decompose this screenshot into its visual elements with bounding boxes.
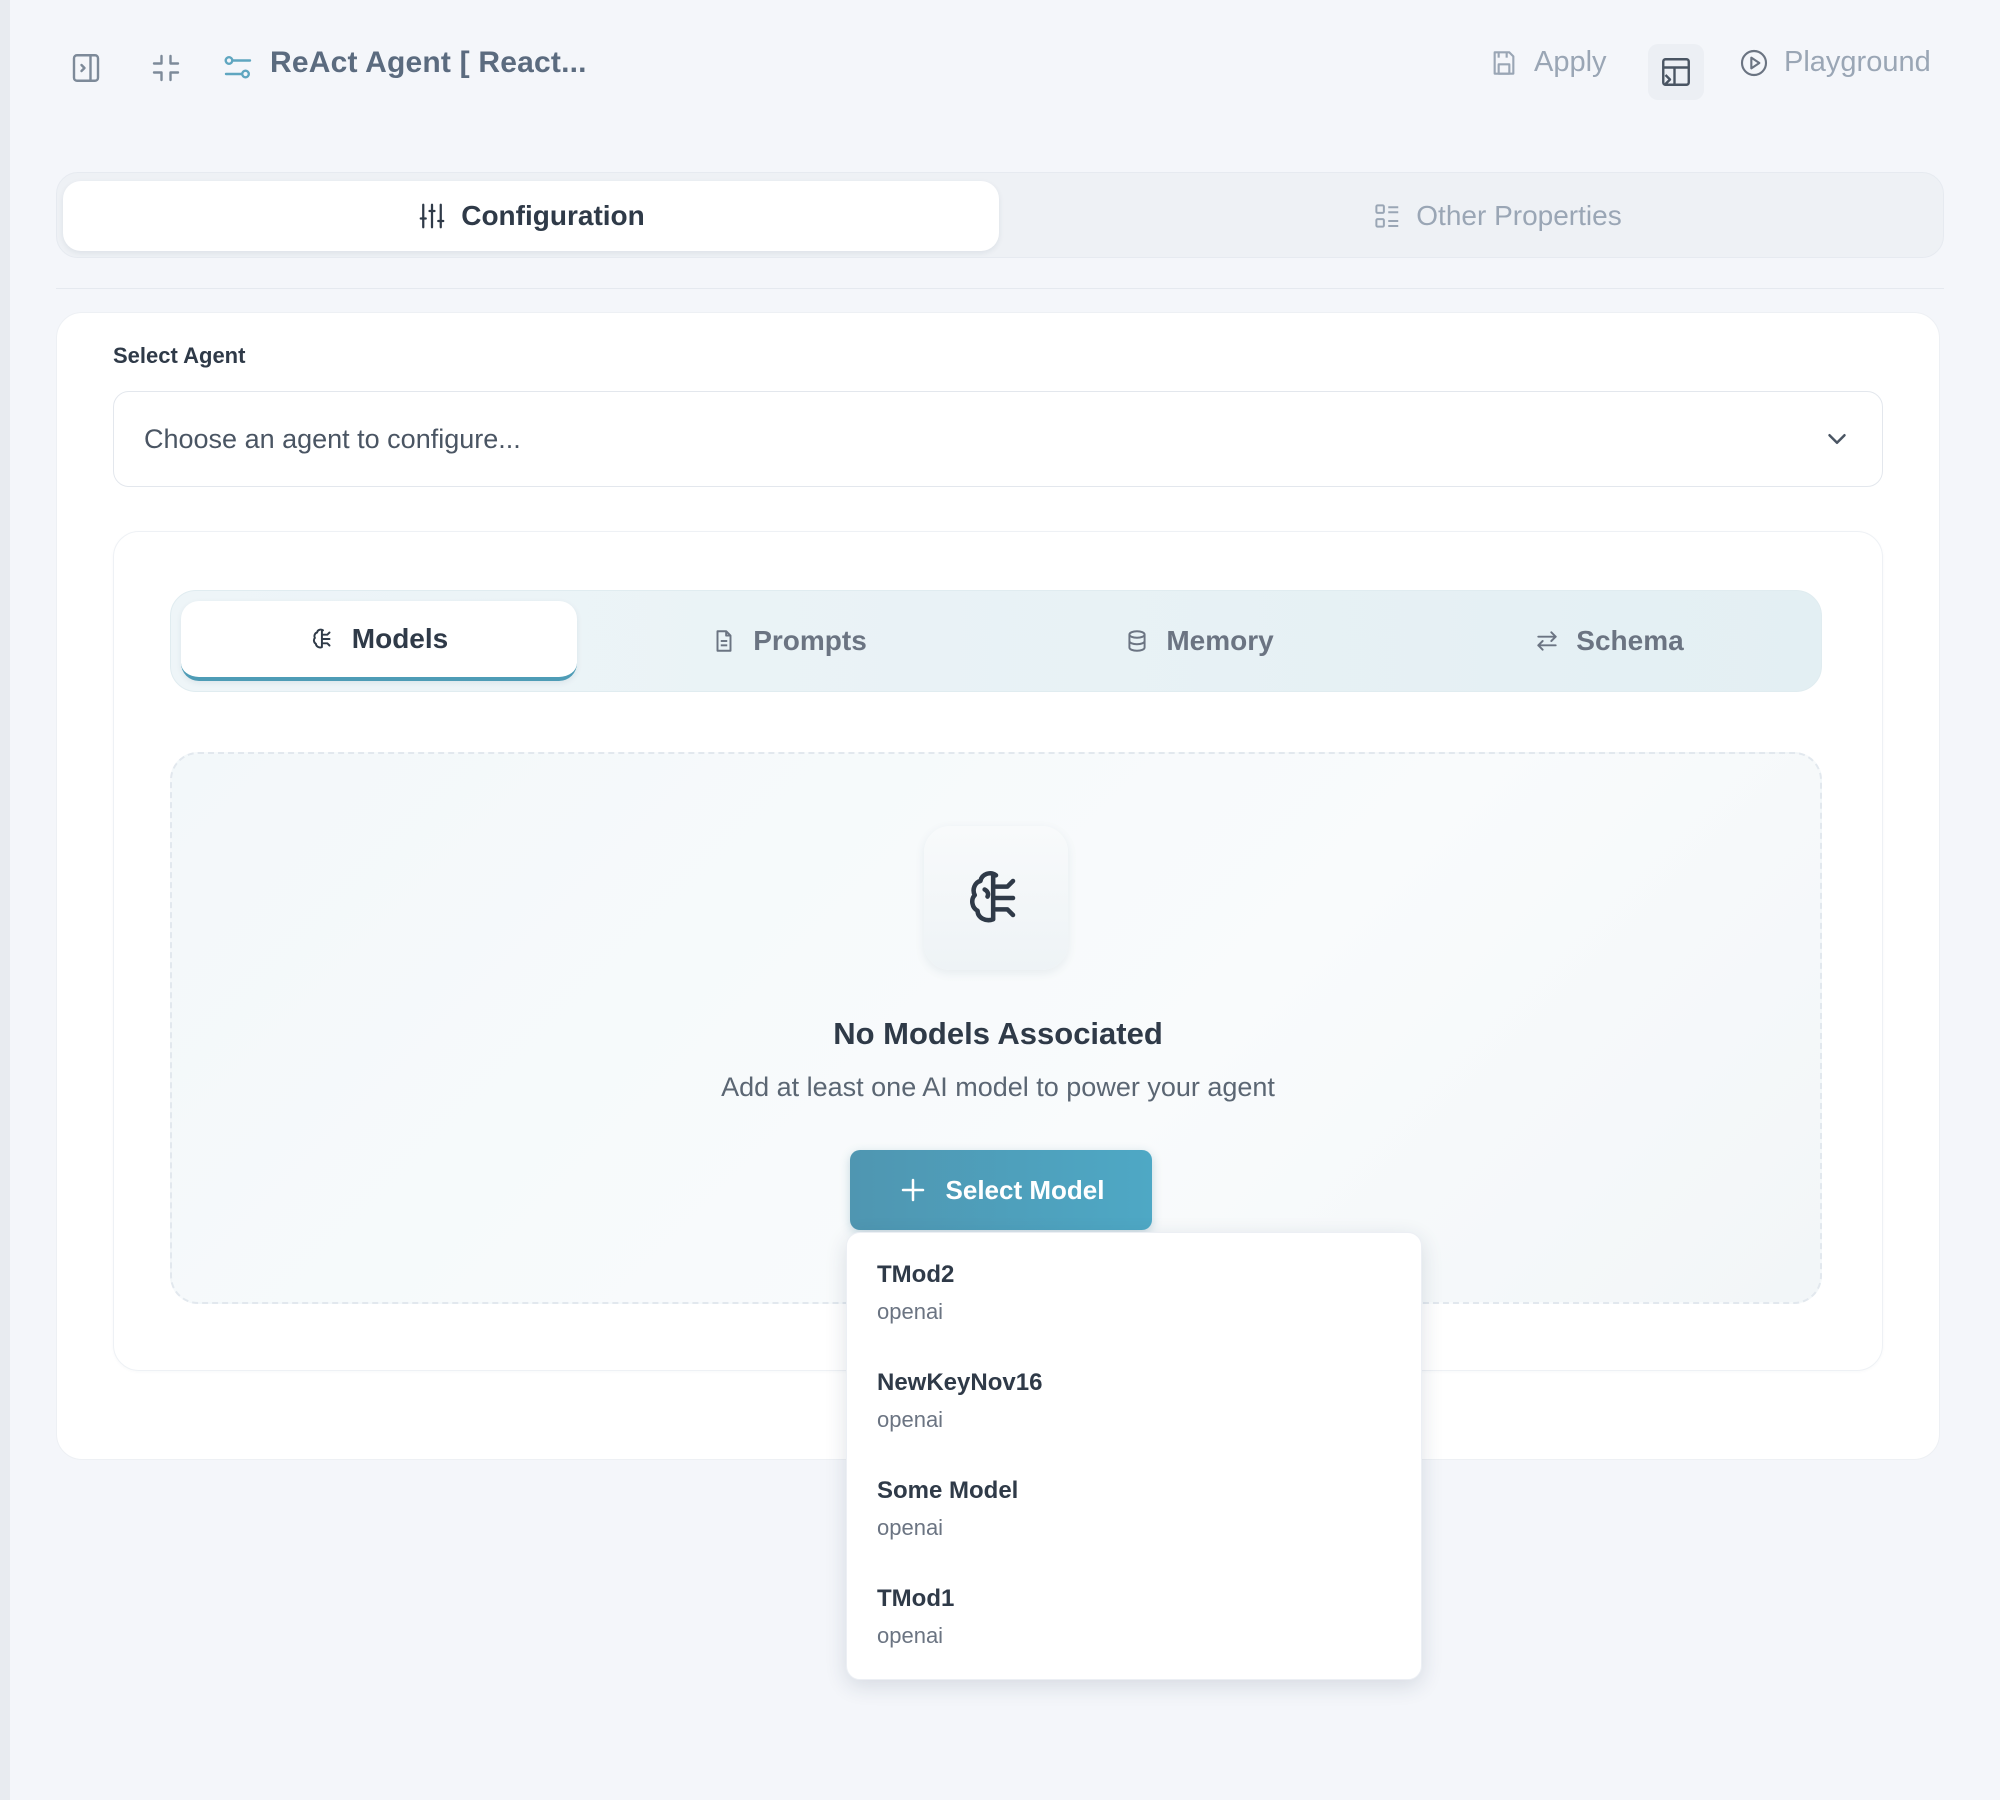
tab-schema-label: Schema (1576, 625, 1684, 656)
sliders-vertical-icon (419, 203, 445, 229)
list-grid-icon (1375, 204, 1399, 228)
empty-state-icon-tile (924, 826, 1068, 970)
model-option-provider: openai (877, 1407, 944, 1432)
model-option[interactable]: TMod2 openai (877, 1257, 1391, 1365)
tab-schema[interactable]: Schema (1411, 601, 1807, 681)
tab-models-label: Models (351, 623, 449, 654)
tab-memory-label: Memory (1166, 625, 1274, 656)
model-option-name: TMod1 (877, 1585, 955, 1612)
brain-icon (970, 871, 1016, 923)
empty-state-title: No Models Associated (833, 1016, 1163, 1051)
select-agent-label: Select Agent (113, 343, 246, 368)
playground-button[interactable]: Playground (1738, 46, 1931, 79)
page-title: ReAct Agent [ React... (270, 46, 587, 79)
play-circle-icon (1740, 49, 1768, 76)
tab-memory[interactable]: Memory (1001, 601, 1397, 681)
playground-label: Playground (1784, 46, 1931, 78)
agent-select-placeholder: Choose an agent to configure... (144, 423, 521, 454)
tab-other-properties-label: Other Properties (1416, 200, 1622, 231)
model-option-provider: openai (877, 1299, 944, 1324)
left-edge-strip (0, 0, 10, 1800)
plus-icon (901, 1178, 924, 1202)
database-icon (1128, 630, 1146, 652)
model-option-provider: openai (877, 1515, 944, 1540)
file-text-icon (716, 630, 732, 652)
select-model-label: Select Model (945, 1174, 1105, 1205)
model-option-name: NewKeyNov16 (877, 1369, 1043, 1396)
model-option[interactable]: NewKeyNov16 openai (877, 1365, 1391, 1473)
tab-prompts-label: Prompts (753, 625, 867, 656)
layout-icon (1662, 58, 1690, 86)
model-dropdown-menu: TMod2 openai NewKeyNov16 openai Some Mod… (846, 1232, 1422, 1680)
empty-state-subtitle: Add at least one AI model to power your … (721, 1072, 1275, 1102)
divider (56, 288, 1944, 289)
settings-sliders-icon (218, 48, 258, 88)
arrows-swap-icon (1537, 631, 1557, 651)
tab-configuration[interactable]: Configuration (63, 181, 999, 251)
collapse-icon[interactable] (146, 48, 186, 88)
tab-prompts[interactable]: Prompts (591, 601, 987, 681)
chevron-down-icon (1828, 434, 1846, 444)
save-icon (1493, 50, 1515, 75)
layout-toggle-button[interactable] (1648, 44, 1704, 100)
model-option-provider: openai (877, 1623, 944, 1648)
tab-configuration-label: Configuration (461, 200, 645, 231)
apply-button[interactable]: Apply (1488, 46, 1607, 79)
agent-select-dropdown[interactable]: Choose an agent to configure... (113, 391, 1883, 487)
top-tab-bar: Configuration Other Properties (56, 172, 1944, 258)
select-model-button[interactable]: Select Model (850, 1150, 1152, 1230)
model-option[interactable]: TMod1 openai (877, 1581, 1391, 1689)
model-option[interactable]: Some Model openai (877, 1473, 1391, 1581)
sub-tab-bar: Models Prompts Memory Schema (170, 590, 1822, 692)
model-option-name: Some Model (877, 1477, 1019, 1504)
sidebar-toggle-icon[interactable] (66, 48, 106, 88)
empty-state: No Models Associated Add at least one AI… (170, 752, 1822, 1304)
tab-models[interactable]: Models (181, 601, 577, 681)
header: ReAct Agent [ React... Apply Playground (0, 0, 2000, 140)
tab-other-properties[interactable]: Other Properties (1057, 181, 1937, 251)
brain-icon (312, 628, 331, 649)
apply-label: Apply (1534, 46, 1607, 78)
model-option-name: TMod2 (877, 1261, 955, 1288)
